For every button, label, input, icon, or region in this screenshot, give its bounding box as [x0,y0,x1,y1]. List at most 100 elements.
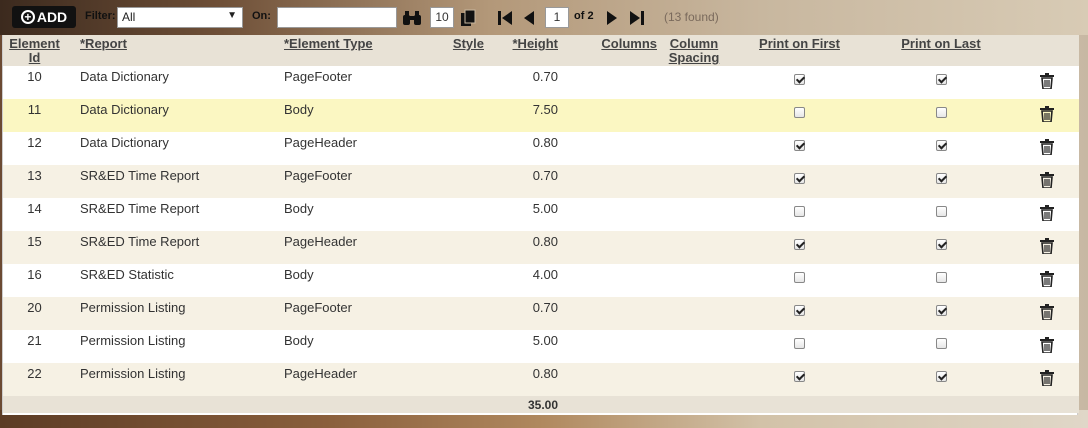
trash-icon[interactable] [1039,271,1054,290]
cell-columns [562,66,657,99]
print-on-last-checkbox[interactable] [935,239,947,251]
prev-page-icon[interactable] [521,9,537,27]
cell-element-id: 12 [3,132,66,165]
trash-icon[interactable] [1039,205,1054,224]
chevron-down-icon: ▼ [227,10,237,21]
col-header-element-id[interactable]: Element Id [3,35,66,66]
cell-column-spacing [657,66,731,99]
cell-element-type: Body [266,99,399,132]
col-header-report[interactable]: *Report [66,35,266,66]
cell-actions [1014,132,1079,165]
page-size-input[interactable]: 10 [430,7,454,28]
table-row[interactable]: 20 Permission Listing PageFooter 0.70 [3,297,1079,330]
col-header-print-on-last[interactable]: Print on Last [868,35,1014,66]
print-on-last-checkbox[interactable] [935,338,947,350]
cell-height: 5.00 [489,198,562,231]
on-search-input[interactable] [277,7,397,28]
print-on-first-checkbox[interactable] [794,338,805,350]
trash-icon[interactable] [1039,106,1054,125]
page-count: of 2 [574,10,594,22]
print-on-last-checkbox[interactable] [935,305,947,317]
col-header-print-on-first[interactable]: Print on First [731,35,868,66]
table-row[interactable]: 16 SR&ED Statistic Body 4.00 [3,264,1079,297]
print-on-first-checkbox[interactable] [794,74,805,86]
table-row[interactable]: 14 SR&ED Time Report Body 5.00 [3,198,1079,231]
cell-height: 0.80 [489,132,562,165]
trash-icon[interactable] [1039,370,1054,389]
current-page-input[interactable]: 1 [545,7,569,28]
cell-print-on-first [731,132,868,165]
cell-print-on-first [731,165,868,198]
trash-icon[interactable] [1039,139,1054,158]
print-on-first-checkbox[interactable] [794,239,805,251]
table-row[interactable]: 11 Data Dictionary Body 7.50 [3,99,1079,132]
cell-element-id: 22 [3,363,66,396]
cell-report: Permission Listing [66,330,266,363]
print-on-first-checkbox[interactable] [794,206,805,218]
table-row[interactable]: 10 Data Dictionary PageFooter 0.70 [3,66,1079,99]
binoculars-icon[interactable] [402,9,422,27]
col-header-style[interactable]: Style [399,35,489,66]
print-on-last-checkbox[interactable] [935,140,947,152]
print-on-last-checkbox[interactable] [935,173,947,185]
cell-height: 0.70 [489,297,562,330]
cell-print-on-first [731,363,868,396]
found-count: (13 found) [664,10,719,24]
print-on-first-checkbox[interactable] [794,173,805,185]
table-row[interactable]: 12 Data Dictionary PageHeader 0.80 [3,132,1079,165]
print-on-last-checkbox[interactable] [935,272,947,284]
cell-column-spacing [657,330,731,363]
trash-icon[interactable] [1039,73,1054,92]
print-on-last-checkbox[interactable] [935,74,947,86]
print-on-last-checkbox[interactable] [935,107,947,119]
cell-columns [562,363,657,396]
next-page-icon[interactable] [604,9,620,27]
cell-actions [1014,363,1079,396]
print-on-last-checkbox[interactable] [935,371,947,383]
cell-print-on-last [868,132,1014,165]
cell-columns [562,99,657,132]
cell-element-id: 20 [3,297,66,330]
first-page-icon[interactable] [496,9,514,27]
col-header-columns[interactable]: Columns [562,35,657,66]
trash-icon[interactable] [1039,238,1054,257]
table-row[interactable]: 15 SR&ED Time Report PageHeader 0.80 [3,231,1079,264]
col-header-height[interactable]: *Height [489,35,562,66]
cell-print-on-last [868,363,1014,396]
table-row[interactable]: 21 Permission Listing Body 5.00 [3,330,1079,363]
cell-element-type: Body [266,330,399,363]
last-page-icon[interactable] [628,9,646,27]
add-button[interactable]: + ADD [12,6,76,28]
print-on-first-checkbox[interactable] [794,272,805,284]
col-header-element-type[interactable]: *Element Type [266,35,399,66]
table-row[interactable]: 22 Permission Listing PageHeader 0.80 [3,363,1079,396]
cell-height: 0.70 [489,165,562,198]
print-on-last-checkbox[interactable] [935,206,947,218]
print-on-first-checkbox[interactable] [794,140,805,152]
cell-style [399,66,489,99]
cell-element-type: PageFooter [266,297,399,330]
cell-actions [1014,231,1079,264]
cell-columns [562,330,657,363]
cell-column-spacing [657,231,731,264]
col-header-column-spacing[interactable]: Column Spacing [657,35,731,66]
cell-actions [1014,330,1079,363]
cell-report: SR&ED Statistic [66,264,266,297]
cell-element-type: PageFooter [266,165,399,198]
cell-column-spacing [657,198,731,231]
cell-style [399,165,489,198]
trash-icon[interactable] [1039,304,1054,323]
cell-column-spacing [657,132,731,165]
table-row[interactable]: 13 SR&ED Time Report PageFooter 0.70 [3,165,1079,198]
filter-select[interactable]: All ▼ [117,7,243,28]
cell-element-type: Body [266,198,399,231]
trash-icon[interactable] [1039,172,1054,191]
trash-icon[interactable] [1039,337,1054,356]
print-on-first-checkbox[interactable] [794,107,805,119]
copy-icon[interactable] [459,9,477,27]
cell-report: Data Dictionary [66,99,266,132]
cell-column-spacing [657,363,731,396]
cell-style [399,132,489,165]
print-on-first-checkbox[interactable] [794,371,805,383]
print-on-first-checkbox[interactable] [794,305,805,317]
